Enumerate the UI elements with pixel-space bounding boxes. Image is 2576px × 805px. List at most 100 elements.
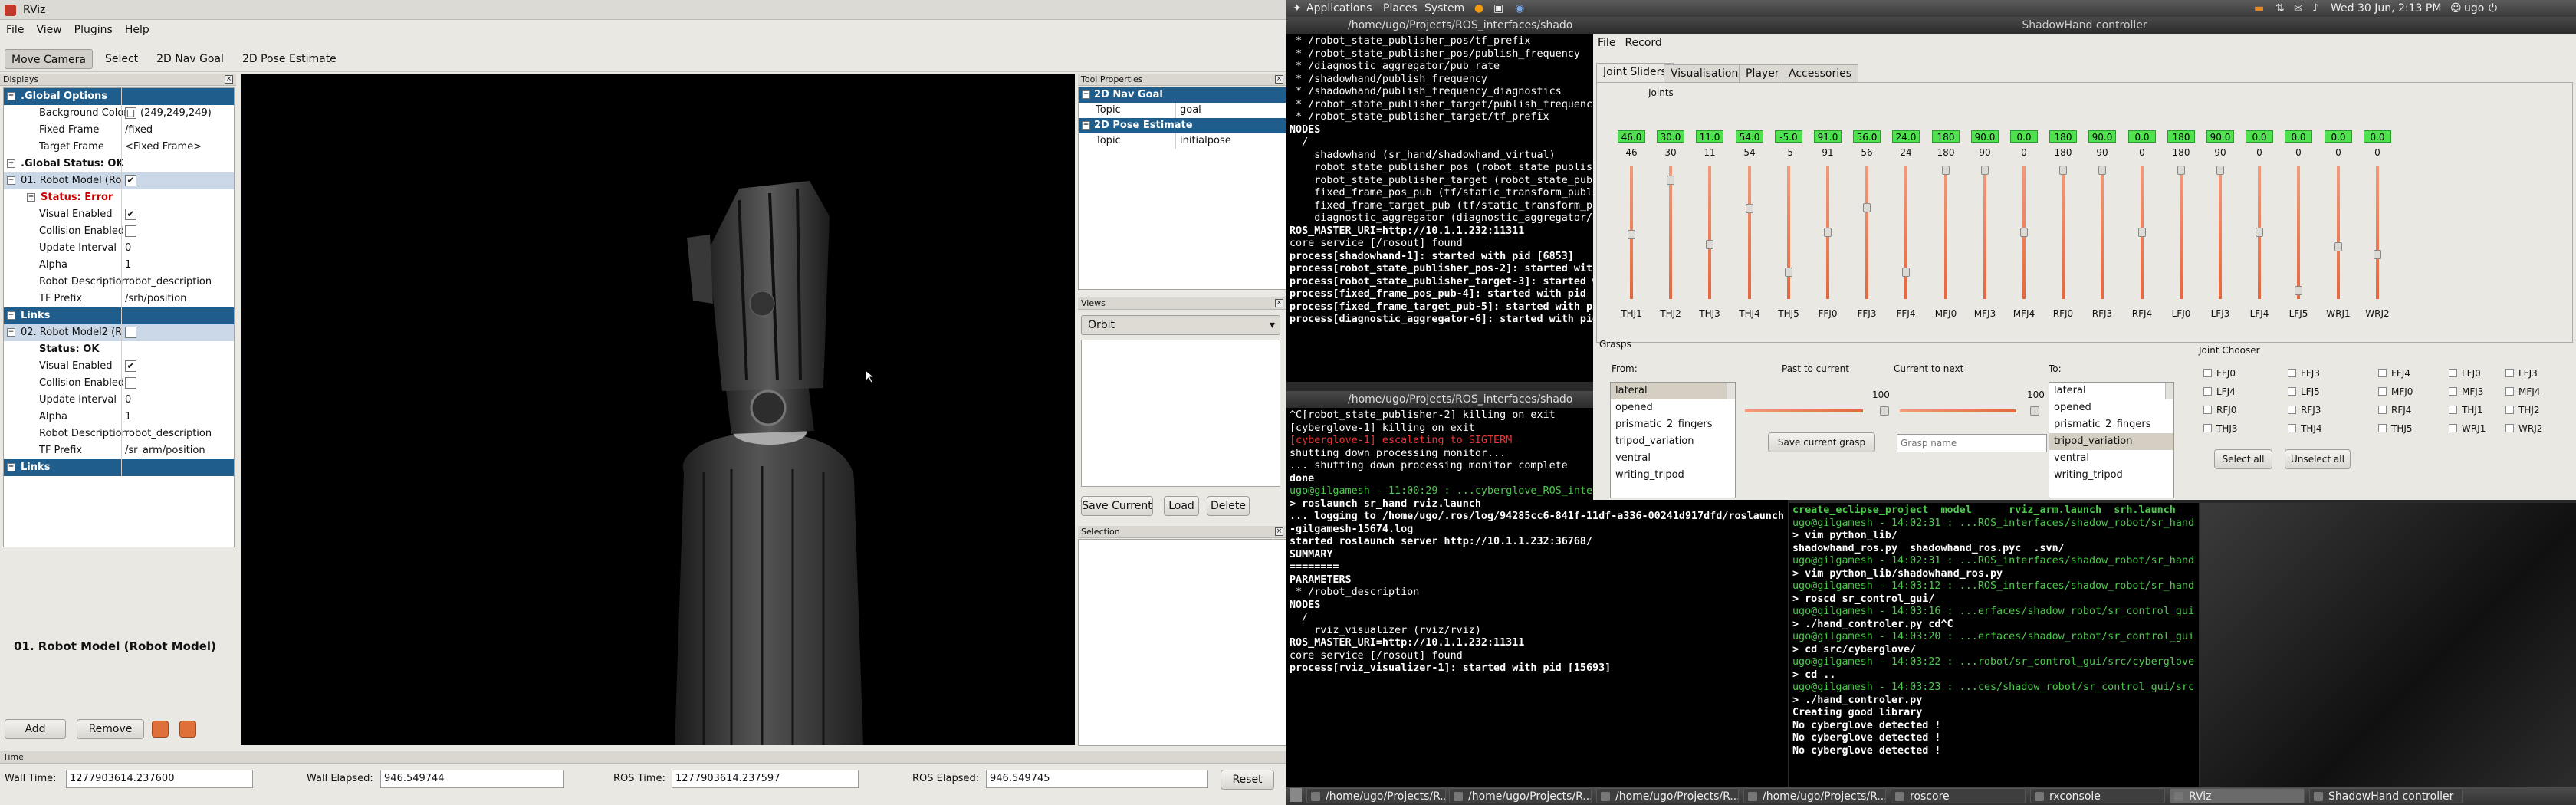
system-menu[interactable]: System xyxy=(1424,0,1464,17)
joint-chooser-checkbox[interactable]: WRJ1 xyxy=(2449,423,2486,434)
ros-elapsed-field[interactable]: 946.549745 xyxy=(986,770,1208,788)
joint-chooser-checkbox[interactable]: WRJ2 xyxy=(2505,423,2542,434)
display-row-value[interactable]: 1 xyxy=(125,257,131,274)
joint-chooser-checkbox[interactable]: MFJ4 xyxy=(2505,386,2540,397)
reset-time-button[interactable]: Reset xyxy=(1221,770,1274,790)
menu-view[interactable]: View xyxy=(30,21,67,40)
tool-property-row[interactable]: Topic goal xyxy=(1079,103,1286,118)
terminal-icon[interactable]: ▣ xyxy=(1493,0,1503,17)
display-row[interactable]: −02. Robot Model2 (R xyxy=(4,324,234,341)
display-row-value[interactable]: /sr_arm/position xyxy=(125,442,205,459)
display-row[interactable]: + Links xyxy=(4,307,234,324)
joint-chooser-checkbox[interactable]: LFJ3 xyxy=(2505,368,2538,379)
taskbar-item[interactable]: /home/ugo/Projects/R... xyxy=(1596,788,1739,803)
display-row[interactable]: Visual Enabled ✔ xyxy=(4,358,234,375)
display-row-value[interactable]: <Fixed Frame> xyxy=(125,139,202,156)
eclipse-icon[interactable]: ◉ xyxy=(1515,0,1524,17)
display-row[interactable]: Collision Enabled xyxy=(4,223,234,240)
wall-elapsed-field[interactable]: 946.549744 xyxy=(380,770,564,788)
tool-property-value[interactable]: goal xyxy=(1180,103,1201,118)
collapse-icon[interactable]: − xyxy=(1082,121,1090,130)
joint-chooser-checkbox[interactable]: LFJ0 xyxy=(2449,368,2481,379)
network-icon[interactable]: ⇅ xyxy=(2275,0,2285,17)
volume-icon[interactable]: ♪ xyxy=(2312,0,2319,17)
checkbox-box[interactable]: ✔ xyxy=(125,360,136,372)
joint-chooser-checkbox[interactable]: RFJ0 xyxy=(2203,405,2236,416)
notification-icon[interactable]: ▬ xyxy=(2254,0,2264,17)
render-viewport[interactable] xyxy=(241,74,1075,745)
display-row[interactable]: (249,249,249) Background Color □ xyxy=(4,105,234,122)
checkbox[interactable]: ✔ xyxy=(125,172,136,189)
checkbox-box[interactable] xyxy=(2505,424,2514,432)
remove-display-button[interactable]: Remove xyxy=(77,719,144,739)
display-row[interactable]: Robot Description robot_description xyxy=(4,274,234,291)
checkbox[interactable]: ✔ xyxy=(125,206,136,223)
checkbox-box[interactable] xyxy=(2203,406,2212,414)
move-up-icon[interactable] xyxy=(152,721,169,738)
joint-chooser-checkbox[interactable]: LFJ4 xyxy=(2203,386,2236,397)
checkbox-box[interactable] xyxy=(2288,406,2296,414)
taskbar-item[interactable]: RViz xyxy=(2170,788,2305,803)
menu-file[interactable]: File xyxy=(0,21,30,40)
display-row[interactable]: + Links xyxy=(4,459,234,476)
tool-property-value[interactable]: initialpose xyxy=(1180,133,1231,149)
checkbox-box[interactable] xyxy=(2449,369,2457,377)
joint-chooser-checkbox[interactable]: THJ5 xyxy=(2378,423,2413,434)
checkbox-box[interactable] xyxy=(2288,387,2296,396)
saved-views-list[interactable] xyxy=(1081,340,1280,487)
checkbox-box[interactable] xyxy=(125,377,136,389)
taskbar-item[interactable]: rxconsole xyxy=(2030,788,2165,803)
display-row-value[interactable]: robot_description xyxy=(125,426,212,442)
checkbox[interactable] xyxy=(125,223,136,240)
taskbar-item[interactable]: /home/ugo/Projects/R... xyxy=(1306,788,1446,803)
collapse-icon[interactable]: − xyxy=(1082,90,1090,99)
display-row-value[interactable]: 1 xyxy=(125,409,131,426)
display-row-value[interactable]: 0 xyxy=(125,240,131,257)
display-row[interactable]: TF Prefix/sr_arm/position xyxy=(4,442,234,459)
move-down-icon[interactable] xyxy=(179,721,196,738)
checkbox-box[interactable] xyxy=(2449,424,2457,432)
checkbox-box[interactable]: ✔ xyxy=(125,175,136,186)
ubuntu-logo-icon[interactable]: ✦ xyxy=(1293,0,1302,17)
select-tool[interactable]: Select xyxy=(99,49,144,69)
checkbox[interactable]: □ xyxy=(125,105,136,122)
joint-chooser-checkbox[interactable]: FFJ3 xyxy=(2288,368,2320,379)
display-row-value[interactable]: /srh/position xyxy=(125,291,186,307)
checkbox-box[interactable] xyxy=(2288,369,2296,377)
display-row[interactable]: Visual Enabled ✔ xyxy=(4,206,234,223)
checkbox[interactable] xyxy=(125,375,136,392)
display-row[interactable]: Alpha 1 xyxy=(4,257,234,274)
display-row-value[interactable]: 0 xyxy=(125,392,131,409)
checkbox-box[interactable] xyxy=(2203,387,2212,396)
add-display-button[interactable]: Add xyxy=(5,719,66,739)
display-row[interactable]: Status: OK xyxy=(4,341,234,358)
select-all-button[interactable]: Select all xyxy=(2214,449,2272,469)
tool-properties-tree[interactable]: −2D Nav Goal Topic goal −2D Pose Estimate To… xyxy=(1078,87,1286,290)
menu-help[interactable]: Help xyxy=(119,21,156,40)
close-icon[interactable]: × xyxy=(1275,299,1283,307)
power-icon[interactable]: ⏻ xyxy=(2489,0,2497,17)
joint-chooser-checkbox[interactable]: RFJ3 xyxy=(2288,405,2321,416)
display-row-value[interactable]: robot_description xyxy=(125,274,212,291)
taskbar-item[interactable]: /home/ugo/Projects/R... xyxy=(1743,788,1886,803)
firefox-icon[interactable]: ● xyxy=(1474,0,1484,17)
close-icon[interactable]: × xyxy=(1275,527,1283,536)
move-camera-tool[interactable]: Move Camera xyxy=(5,49,93,69)
menu-plugins[interactable]: Plugins xyxy=(68,21,119,40)
user-name[interactable]: ugo xyxy=(2464,0,2484,17)
expand-icon[interactable]: + xyxy=(7,159,15,168)
delete-view-button[interactable]: Delete xyxy=(1207,496,1250,516)
tool-property-row[interactable]: −2D Pose Estimate xyxy=(1079,118,1286,133)
display-row[interactable]: Update Interval 0 xyxy=(4,392,234,409)
expand-icon[interactable]: + xyxy=(27,193,35,202)
joint-chooser-checkbox[interactable]: LFJ5 xyxy=(2288,386,2320,397)
close-icon[interactable]: × xyxy=(225,75,233,84)
places-menu[interactable]: Places xyxy=(1383,0,1418,17)
clock[interactable]: Wed 30 Jun, 2:13 PM xyxy=(2331,0,2441,17)
checkbox-box[interactable]: □ xyxy=(125,107,136,119)
checkbox[interactable]: ✔ xyxy=(125,358,136,375)
checkbox-box[interactable] xyxy=(125,225,136,237)
joint-chooser-checkbox[interactable]: THJ2 xyxy=(2505,405,2540,416)
close-icon[interactable]: × xyxy=(1275,75,1283,84)
checkbox-box[interactable] xyxy=(2288,424,2296,432)
